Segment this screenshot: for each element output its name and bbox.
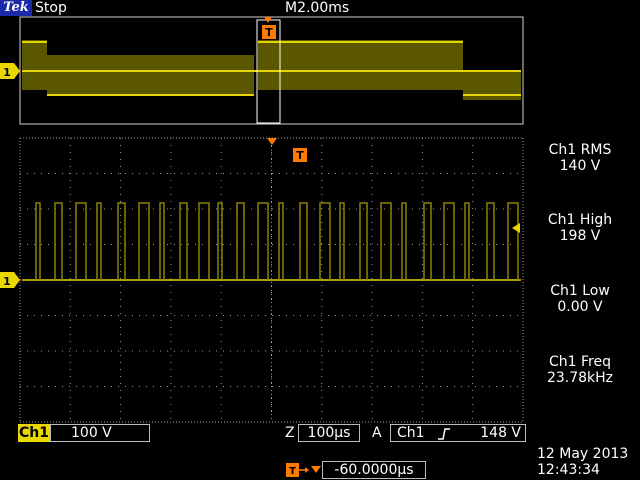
overview-trigger-marker-label: T xyxy=(265,26,273,39)
overview-envelope-segment xyxy=(47,55,254,95)
trigger-label: A xyxy=(372,425,382,441)
overview-envelope-segment xyxy=(258,40,463,90)
overview-channel-marker-label: 1 xyxy=(3,66,11,79)
svg-text:T: T xyxy=(289,466,296,477)
trigger-level: 148 V xyxy=(480,425,521,441)
trigger-source: Ch1 xyxy=(397,425,425,441)
trigger-delay-icon: T xyxy=(286,463,321,477)
overview-envelope-segment xyxy=(22,40,47,90)
rising-edge-icon xyxy=(438,428,450,440)
trigger-settings[interactable]: Ch1 148 V xyxy=(390,424,526,442)
measurement-value: 140 V xyxy=(559,158,601,174)
zoom-label: Z xyxy=(285,425,295,441)
channel-1-scale[interactable]: 100 V xyxy=(50,424,150,442)
measurement-value: 198 V xyxy=(559,228,601,244)
measurement-low[interactable]: Ch1 Low 0.00 V xyxy=(520,283,640,315)
zoom-scale[interactable]: 100µs xyxy=(298,424,360,442)
main-channel-marker-label: 1 xyxy=(3,275,11,288)
main-trigger-marker-label: T xyxy=(296,149,304,162)
trigger-delay-value[interactable]: -60.0000µs xyxy=(322,461,426,479)
measurement-rms[interactable]: Ch1 RMS 140 V xyxy=(520,142,640,174)
run-state: Stop xyxy=(35,0,67,16)
channel-1-button[interactable]: Ch1 xyxy=(18,424,50,442)
horizontal-scale: M2.00ms xyxy=(285,0,350,16)
measurement-label: Ch1 Low xyxy=(550,283,610,299)
measurement-freq[interactable]: Ch1 Freq 23.78kHz xyxy=(520,354,640,386)
measurement-label: Ch1 Freq xyxy=(549,354,611,370)
time-readout: 12:43:34 xyxy=(537,462,600,478)
measurement-label: Ch1 High xyxy=(547,212,613,228)
measurement-high[interactable]: Ch1 High 198 V xyxy=(520,212,640,244)
main-waveform-display: T 1 xyxy=(0,137,524,423)
measurement-value: 0.00 V xyxy=(557,299,603,315)
date-readout: 12 May 2013 xyxy=(537,446,629,462)
overview-waveform-display: T 1 xyxy=(0,16,524,125)
measurement-label: Ch1 RMS xyxy=(548,142,612,158)
measurement-value: 23.78kHz xyxy=(546,370,614,386)
brand-logo: Tek xyxy=(0,0,32,16)
